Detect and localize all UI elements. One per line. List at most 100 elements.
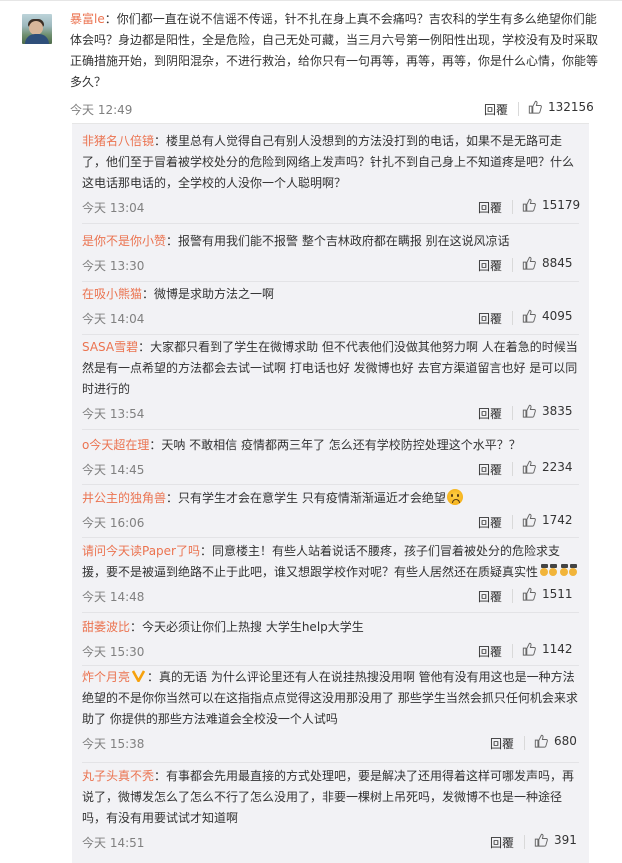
reply-meta: 今天 13:04 回覆 15179: [82, 197, 582, 219]
thumbs-up-icon: [522, 309, 536, 323]
reply-time: 今天 14:04: [82, 312, 145, 326]
reply-time: 今天 13:30: [82, 259, 145, 273]
thumbs-up-icon: [522, 256, 536, 270]
meta-divider: [512, 462, 513, 476]
like-button[interactable]: 8845: [522, 256, 573, 270]
reply-button[interactable]: 回覆: [490, 834, 514, 851]
reply-button[interactable]: 回覆: [478, 588, 502, 605]
reply-meta: 今天 13:30 回覆 8845: [82, 255, 582, 277]
thumbs-up-icon: [522, 513, 536, 527]
reply-username[interactable]: 请问今天读Paper了吗: [82, 544, 200, 558]
reply-text: 甜萎波比：今天必须让你们上热搜 大学生help大学生: [82, 617, 582, 638]
reply-button[interactable]: 回覆: [478, 199, 502, 216]
reply-item: 请问今天读Paper了吗：同意楼主！有些人站着说话不腰疼，孩子们冒着被处分的危险…: [82, 541, 582, 608]
reply-username[interactable]: 甜萎波比: [82, 620, 130, 634]
thumbs-up-icon: [522, 460, 536, 474]
like-button[interactable]: 15179: [522, 198, 580, 212]
like-button[interactable]: 3835: [522, 404, 573, 418]
verified-v-icon: [132, 670, 146, 682]
meta-divider: [512, 406, 513, 420]
meta-divider: [512, 258, 513, 272]
top-divider: [0, 0, 622, 1]
reply-divider: [82, 612, 579, 613]
reply-username[interactable]: 丸子头真不秃: [82, 769, 154, 783]
reply-username[interactable]: 炸个月亮: [82, 670, 130, 684]
reply-body: ：真的无语 为什么评论里还有人在说挂热搜没用啊 管他有没有用这也是一种方法 绝望…: [82, 670, 578, 726]
reply-time: 今天 14:45: [82, 463, 145, 477]
reply-username[interactable]: 是你不是你小赞: [82, 234, 166, 248]
meta-divider: [512, 311, 513, 325]
reply-meta: 今天 14:48 回覆 1511: [82, 586, 582, 608]
reply-button[interactable]: 回覆: [490, 735, 514, 752]
reply-button[interactable]: 回覆: [478, 310, 502, 327]
meta-divider: [524, 835, 525, 849]
reply-body: ：有事都会先用最直接的方式处理吧，要是解决了还用得着这样可哪发声吗，再说了，微博…: [82, 769, 575, 825]
like-count: 3835: [542, 404, 573, 418]
reply-username[interactable]: o今天超在理: [82, 438, 149, 452]
main-comment-body: ：你们都一直在说不信谣不传谣，针不扎在身上真不会痛吗？吉农科的学生有多么绝望你们…: [70, 12, 599, 89]
reply-body: ：微博是求助方法之一啊: [142, 287, 275, 301]
like-button[interactable]: 1511: [522, 587, 573, 601]
reply-divider: [82, 281, 579, 282]
like-count: 391: [554, 833, 577, 847]
reply-username[interactable]: 井公主的独角兽: [82, 491, 166, 505]
like-button[interactable]: 1742: [522, 513, 573, 527]
reply-text: o今天超在理：天呐 不敢相信 疫情都两三年了 怎么还有学校防控处理这个水平？？: [82, 435, 582, 456]
reply-time: 今天 13:04: [82, 201, 145, 215]
like-count: 2234: [542, 460, 573, 474]
reply-item: 非猪名八倍镜：楼里总有人觉得自己有别人没想到的方法没打到的电话，如果不是无路可走…: [82, 131, 582, 219]
thumbs-up-icon: [522, 642, 536, 656]
reply-username[interactable]: SASA雪碧: [82, 340, 138, 354]
reply-time: 今天 16:06: [82, 516, 145, 530]
reply-meta: 今天 15:38 回覆 680: [82, 733, 582, 755]
meta-divider: [524, 736, 525, 750]
thumbs-up-icon: [534, 734, 548, 748]
reply-time: 今天 14:48: [82, 590, 145, 604]
reply-divider: [82, 665, 579, 666]
reply-body: ：只有学生才会在意学生 只有疫情渐渐逼近才会绝望: [166, 491, 446, 505]
cheer-emoji-icon: [540, 564, 558, 578]
reply-meta: 今天 16:06 回覆 1742: [82, 512, 582, 534]
like-button[interactable]: 132156: [528, 100, 594, 114]
reply-body: ：楼里总有人觉得自己有别人没想到的方法没打到的电话，如果不是无路可走了，他们至于…: [82, 134, 575, 190]
like-button[interactable]: 4095: [522, 309, 573, 323]
reply-username[interactable]: 非猪名八倍镜: [82, 134, 154, 148]
reply-text: 非猪名八倍镜：楼里总有人觉得自己有别人没想到的方法没打到的电话，如果不是无路可走…: [82, 131, 582, 194]
like-button[interactable]: 680: [534, 734, 577, 748]
comment-time: 今天 12:49: [70, 103, 133, 117]
reply-item: 是你不是你小赞：报警有用我们能不报警 整个吉林政府都在瞒报 别在这说风凉话 今天…: [82, 231, 582, 277]
reply-button[interactable]: 回覆: [478, 461, 502, 478]
like-button[interactable]: 391: [534, 833, 577, 847]
reply-button[interactable]: 回覆: [478, 643, 502, 660]
reply-time: 今天 15:38: [82, 737, 145, 751]
reply-button[interactable]: 回覆: [484, 101, 508, 118]
reply-body: ：大家都只看到了学生在微博求助 但不代表他们没做其他努力啊 人在着急的时候当然是…: [82, 340, 578, 396]
reply-text: SASA雪碧：大家都只看到了学生在微博求助 但不代表他们没做其他努力啊 人在着急…: [82, 337, 582, 400]
reply-meta: 今天 15:30 回覆 1142: [82, 641, 582, 663]
like-count: 680: [554, 734, 577, 748]
meta-divider: [512, 589, 513, 603]
like-button[interactable]: 2234: [522, 460, 573, 474]
main-comment-username[interactable]: 暴富le: [70, 12, 105, 26]
reply-text: 炸个月亮 ：真的无语 为什么评论里还有人在说挂热搜没用啊 管他有没有用这也是一种方…: [82, 667, 582, 730]
reply-text: 请问今天读Paper了吗：同意楼主！有些人站着说话不腰疼，孩子们冒着被处分的危险…: [82, 541, 582, 583]
reply-text: 井公主的独角兽：只有学生才会在意学生 只有疫情渐渐逼近才会绝望: [82, 488, 582, 509]
worried-emoji-icon: [446, 489, 463, 505]
thumbs-up-icon: [528, 100, 542, 114]
like-count: 15179: [542, 198, 581, 212]
main-comment: 暴富le：你们都一直在说不信谣不传谣，针不扎在身上真不会痛吗？吉农科的学生有多么…: [22, 9, 600, 121]
reply-username[interactable]: 在吸小熊猫: [82, 287, 142, 301]
reply-button[interactable]: 回覆: [478, 257, 502, 274]
reply-meta: 今天 13:54 回覆 3835: [82, 403, 582, 425]
reply-body: ：天呐 不敢相信 疫情都两三年了 怎么还有学校防控处理这个水平？？: [149, 438, 521, 452]
reply-body: ：报警有用我们能不报警 整个吉林政府都在瞒报 别在这说风凉话: [166, 234, 510, 248]
reply-divider: [82, 334, 579, 335]
main-comment-meta: 今天 12:49 回覆 132156: [70, 99, 600, 121]
avatar[interactable]: [22, 14, 52, 44]
reply-button[interactable]: 回覆: [478, 405, 502, 422]
meta-divider: [512, 515, 513, 529]
thumbs-up-icon: [522, 404, 536, 418]
like-button[interactable]: 1142: [522, 642, 573, 656]
reply-divider: [82, 429, 579, 430]
reply-button[interactable]: 回覆: [478, 514, 502, 531]
